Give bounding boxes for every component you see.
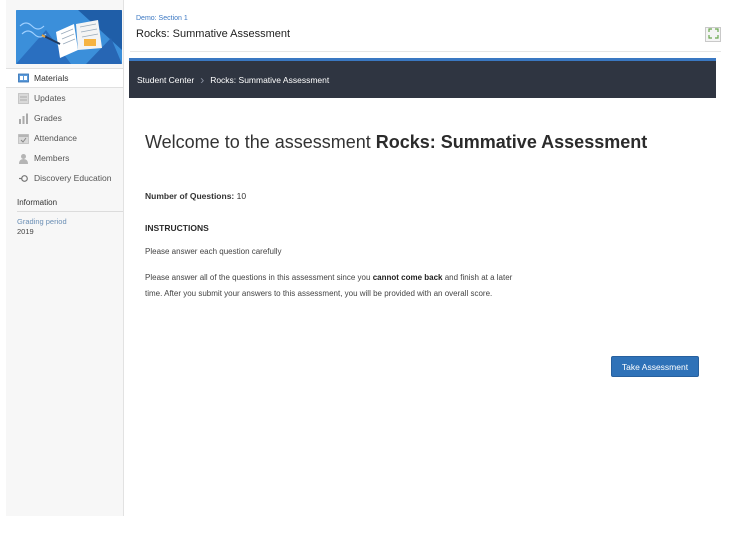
instruction-text-1: Please answer each question carefully <box>145 247 282 256</box>
sidebar-nav: Materials Updates Grades Attendance Memb… <box>6 68 124 188</box>
sidebar-item-members[interactable]: Members <box>6 148 124 168</box>
num-questions-label: Number of Questions: <box>145 191 235 201</box>
grading-period-value: 2019 <box>17 227 34 236</box>
sidebar-item-label: Materials <box>34 73 69 83</box>
information-heading: Information <box>17 198 123 212</box>
sidebar-item-materials[interactable]: Materials <box>6 68 124 88</box>
instructions-heading: INSTRUCTIONS <box>145 223 209 233</box>
sidebar-item-label: Updates <box>34 93 66 103</box>
materials-icon <box>18 73 29 84</box>
take-assessment-button[interactable]: Take Assessment <box>611 356 699 377</box>
sidebar-item-updates[interactable]: Updates <box>6 88 124 108</box>
instruction-2-bold: cannot come back <box>372 273 443 282</box>
fullscreen-button[interactable] <box>705 27 721 42</box>
sidebar-item-grades[interactable]: Grades <box>6 108 124 128</box>
welcome-prefix: Welcome to the assessment <box>145 132 376 152</box>
instruction-2-part1: Please answer all of the questions in th… <box>145 273 373 282</box>
num-questions-value: 10 <box>236 191 247 201</box>
chevron-right-icon: › <box>200 72 205 87</box>
updates-icon <box>18 92 29 104</box>
header-divider <box>130 51 721 52</box>
sidebar-item-label: Discovery Education <box>34 173 112 183</box>
grades-icon <box>18 113 29 124</box>
section-breadcrumb-link[interactable]: Demo: Section 1 <box>136 15 188 22</box>
fullscreen-icon <box>707 26 719 44</box>
sidebar-item-label: Grades <box>34 113 62 123</box>
number-of-questions: Number of Questions: 10 <box>145 191 246 201</box>
course-notebook-illustration <box>16 10 122 64</box>
assessment-name: Rocks: Summative Assessment <box>375 132 648 152</box>
sidebar-item-discovery-education[interactable]: Discovery Education <box>6 168 124 188</box>
sidebar-item-label: Attendance <box>34 133 78 143</box>
welcome-heading: Welcome to the assessment Rocks: Summati… <box>145 132 647 153</box>
discovery-icon <box>18 173 29 184</box>
sidebar-item-attendance[interactable]: Attendance <box>6 128 124 148</box>
members-icon <box>18 153 29 164</box>
current-assessment-crumb: Rocks: Summative Assessment <box>210 74 330 85</box>
student-center-link[interactable]: Student Center <box>137 75 194 85</box>
attendance-icon <box>18 133 29 144</box>
left-sidebar: Materials Updates Grades Attendance Memb… <box>6 0 124 516</box>
course-image[interactable] <box>16 10 122 64</box>
grading-period-label: Grading period <box>17 217 67 226</box>
instruction-text-2: Please answer all of the questions in th… <box>145 270 515 301</box>
sidebar-item-label: Members <box>34 153 70 163</box>
page-title: Rocks: Summative Assessment <box>136 28 291 40</box>
assessment-breadcrumb-bar: Student Center › Rocks: Summative Assess… <box>129 58 716 98</box>
